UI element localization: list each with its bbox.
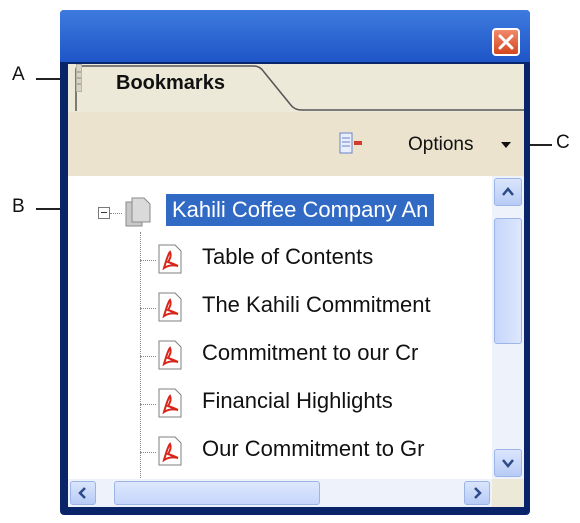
- bookmark-root[interactable]: Kahili Coffee Company An: [166, 194, 435, 226]
- bookmark-item-label: The Kahili Commitment: [202, 292, 431, 317]
- pdf-page-icon: [158, 436, 182, 466]
- options-menu-button[interactable]: Options: [408, 134, 473, 156]
- bookmark-item[interactable]: The Kahili Commitment: [68, 288, 492, 328]
- bookmarks-window: Bookmarks Options Kahili Coffee Company …: [60, 10, 530, 515]
- tab-strip: Bookmarks: [68, 64, 524, 112]
- bookmark-item[interactable]: Financial Highlights: [68, 384, 492, 424]
- tab-label: Bookmarks: [116, 72, 225, 94]
- pdf-page-icon: [158, 340, 182, 370]
- pdf-page-icon: [158, 244, 182, 274]
- collapse-toggle[interactable]: [98, 207, 110, 219]
- bookmark-tree[interactable]: Kahili Coffee Company An Table of Conten…: [68, 176, 492, 479]
- scroll-down-button[interactable]: [494, 449, 522, 477]
- vertical-scrollbar[interactable]: [492, 176, 524, 479]
- scroll-right-button[interactable]: [464, 481, 490, 505]
- pdf-page-icon: [158, 292, 182, 322]
- bookmark-item-label: Our Commitment to Gr: [202, 436, 425, 461]
- bookmark-item[interactable]: Our Commitment to Gr: [68, 432, 492, 472]
- scroll-up-button[interactable]: [494, 178, 522, 206]
- bookmark-item[interactable]: Table of Contents: [68, 240, 492, 280]
- horizontal-scroll-thumb[interactable]: [114, 481, 320, 505]
- tree-connector: [110, 213, 122, 214]
- chevron-left-icon: [78, 487, 86, 499]
- bookmark-item[interactable]: Commitment to our Cr: [68, 336, 492, 376]
- callout-c: C: [556, 132, 570, 153]
- callout-b: B: [12, 196, 25, 217]
- chevron-down-icon[interactable]: [501, 142, 511, 148]
- navigation-panel: Bookmarks Options Kahili Coffee Company …: [68, 64, 524, 507]
- drag-grip-icon[interactable]: [76, 64, 82, 92]
- bookmark-item-label: Table of Contents: [202, 244, 374, 269]
- bookmark-item-label: Financial Highlights: [202, 388, 393, 413]
- bookmark-item-label: Commitment to our Cr: [202, 340, 419, 365]
- chevron-up-icon: [502, 187, 514, 196]
- scroll-left-button[interactable]: [70, 481, 96, 505]
- callout-a: A: [12, 64, 25, 85]
- chevron-right-icon: [474, 487, 482, 499]
- scrollbar-corner: [492, 479, 524, 507]
- document-pages-icon: [125, 197, 151, 227]
- bookmark-options-icon[interactable]: [338, 132, 364, 154]
- title-bar[interactable]: [60, 10, 530, 62]
- vertical-scroll-thumb[interactable]: [494, 218, 522, 344]
- chevron-down-icon: [502, 459, 514, 468]
- pdf-page-icon: [158, 388, 182, 418]
- close-icon: [498, 34, 514, 50]
- horizontal-scrollbar[interactable]: [68, 479, 492, 507]
- options-bar: Options: [68, 112, 524, 176]
- close-button[interactable]: [492, 28, 520, 56]
- tab-bookmarks[interactable]: Bookmarks: [76, 64, 296, 112]
